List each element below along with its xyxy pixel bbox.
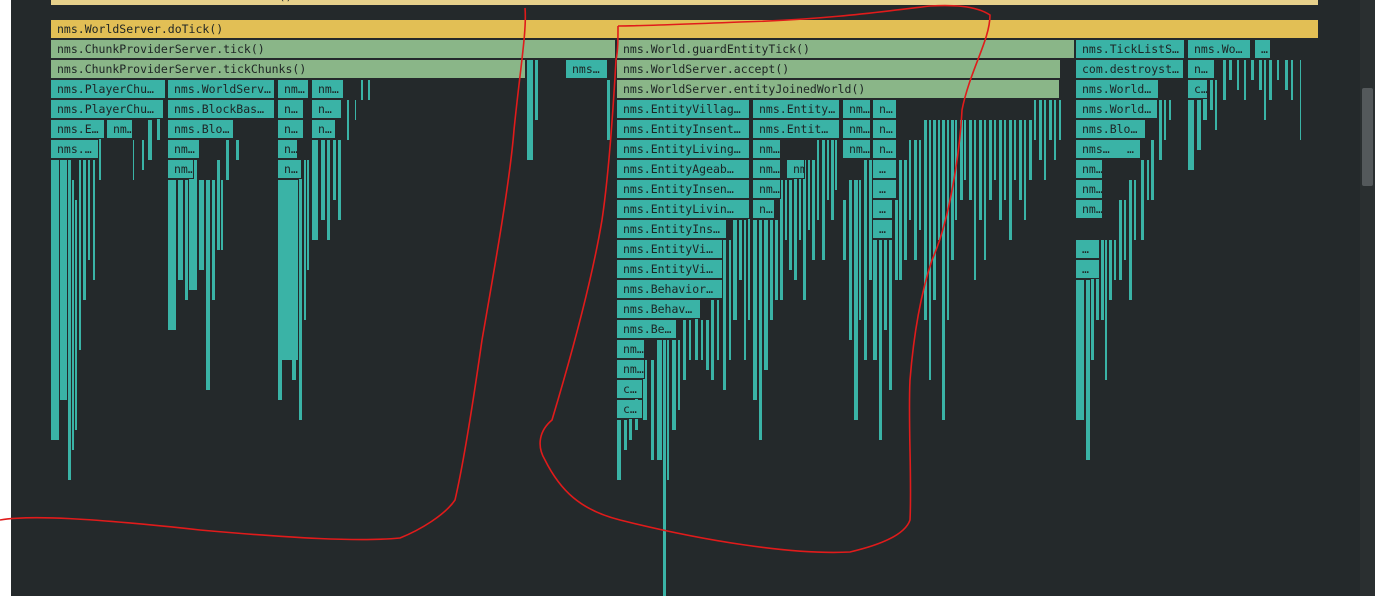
flame-frame[interactable]: nms.WorldServ… — [168, 80, 275, 99]
flame-frame[interactable]: nm… — [753, 140, 781, 159]
vertical-scrollbar[interactable] — [1360, 0, 1375, 596]
flame-frame[interactable]: nms.EntityVillag… — [617, 100, 750, 119]
flame-frame[interactable]: nm… — [753, 180, 781, 199]
flame-frame[interactable]: nms.E… — [51, 120, 105, 139]
flame-frame[interactable]: nm… — [843, 140, 871, 159]
flame-frame[interactable]: n… — [873, 140, 897, 159]
flame-frame[interactable]: nms.Blo… — [168, 120, 234, 139]
flame-frame[interactable]: nms.EntityVi… — [617, 260, 723, 279]
flame-frame[interactable]: nm… — [278, 80, 309, 99]
flame-frame[interactable]: nms.Behavior… — [617, 280, 723, 299]
flame-frame[interactable]: nm… — [617, 340, 645, 359]
flame-frame[interactable]: nm… — [168, 140, 200, 159]
flame-frame[interactable]: nms… — [566, 60, 608, 79]
flame-frame[interactable]: nms.PlayerChu… — [51, 80, 166, 99]
flame-frame[interactable]: … — [873, 160, 897, 179]
flame-frame[interactable]: nms.WorldServer.doTick() — [51, 20, 1319, 39]
flame-frame[interactable]: nms.EntityVi… — [617, 240, 723, 259]
flame-frame[interactable]: … — [1076, 260, 1100, 279]
flame-frame[interactable]: com.destroyst… — [1076, 60, 1184, 79]
flame-frame[interactable]: n… — [278, 140, 298, 159]
flame-frame[interactable]: nms.MinecraftServer.tickChildren() — [51, 0, 1319, 6]
flame-frame[interactable]: n… — [278, 120, 304, 139]
flame-frame[interactable]: nms.… — [51, 140, 99, 159]
flame-frame[interactable]: n… — [312, 100, 342, 119]
flame-frame[interactable]: nms.EntityAgeab… — [617, 160, 750, 179]
scrollbar-thumb[interactable] — [1362, 88, 1373, 186]
flame-frame[interactable]: … — [873, 200, 893, 219]
flame-frame[interactable]: n… — [873, 120, 897, 139]
flame-frame[interactable]: nms.BlockBas… — [168, 100, 275, 119]
flame-frame[interactable]: nms.World.guardEntityTick() — [617, 40, 1075, 59]
flame-frame[interactable]: nm… — [787, 160, 805, 179]
flame-frame[interactable]: n… — [753, 200, 775, 219]
flamegraph-viewport: nms.MinecraftServer.tickChildren() nms.Wo… — [11, 0, 1360, 596]
flame-frame[interactable]: nms.EntityLivin… — [617, 200, 750, 219]
flame-frame[interactable]: nms.World… — [1076, 100, 1158, 119]
flame-frame[interactable]: nms.World… — [1076, 80, 1159, 99]
flame-frame[interactable]: n… — [278, 160, 302, 179]
flame-frame[interactable]: nms.EntityIns… — [617, 220, 727, 239]
flame-frame[interactable]: nms.WorldServer.entityJoinedWorld() — [617, 80, 1060, 99]
flame-frame[interactable]: nms.WorldServer.accept() — [617, 60, 1061, 79]
flame-frame[interactable]: n… — [278, 100, 304, 119]
flame-frame[interactable]: … — [1076, 240, 1100, 259]
flame-frame[interactable]: nms.Wo… — [1188, 40, 1251, 59]
flame-frame[interactable]: n… — [873, 100, 897, 119]
flame-frame[interactable]: c… — [617, 400, 643, 419]
flame-frame[interactable]: … — [1255, 40, 1271, 59]
flame-frame[interactable]: … — [873, 220, 893, 239]
flame-frame[interactable]: nm… — [312, 80, 344, 99]
flame-frame[interactable]: nms.EntityInsent… — [617, 120, 750, 139]
flame-frame[interactable]: c… — [1188, 80, 1208, 99]
flame-frame[interactable]: nms.PlayerChu… — [51, 100, 164, 119]
flame-frame[interactable]: nms.ChunkProviderServer.tick() — [51, 40, 616, 59]
flame-frame[interactable]: nm… — [107, 120, 133, 139]
flame-frame[interactable]: n… — [312, 120, 336, 139]
flame-frame[interactable]: nms.ChunkProviderServer.tickChunks() — [51, 60, 526, 79]
flame-frame[interactable]: nms.EntityInsen… — [617, 180, 750, 199]
flame-frame[interactable]: … — [873, 180, 897, 199]
flame-frame[interactable]: … — [1121, 140, 1141, 159]
flamegraph: nms.MinecraftServer.tickChildren() nms.Wo… — [11, 0, 1360, 596]
flame-frame[interactable]: nm… — [1076, 180, 1103, 199]
flame-frame[interactable]: nms.EntityLiving… — [617, 140, 750, 159]
flame-frame[interactable]: nms.TickListS… — [1076, 40, 1185, 59]
flame-frame[interactable]: n… — [1188, 60, 1215, 79]
flame-frame[interactable]: nms.Be… — [617, 320, 677, 339]
flame-frame[interactable]: nms.Behav… — [617, 300, 701, 319]
flame-frame[interactable]: nm… — [1076, 160, 1103, 179]
flame-frame[interactable]: nm… — [843, 100, 871, 119]
flame-frame[interactable]: nms.Entity… — [753, 100, 840, 119]
flame-frame[interactable]: nm… — [753, 160, 781, 179]
flame-frame[interactable]: nms.Blo… — [1076, 120, 1146, 139]
flame-frame[interactable]: nm… — [1076, 200, 1103, 219]
flame-frame[interactable]: nm… — [168, 160, 194, 179]
flame-frame[interactable]: nm… — [617, 360, 645, 379]
flame-frame[interactable]: c… — [617, 380, 643, 399]
flame-frame[interactable]: nm… — [843, 120, 871, 139]
flame-frame[interactable]: nms.Entit… — [753, 120, 840, 139]
